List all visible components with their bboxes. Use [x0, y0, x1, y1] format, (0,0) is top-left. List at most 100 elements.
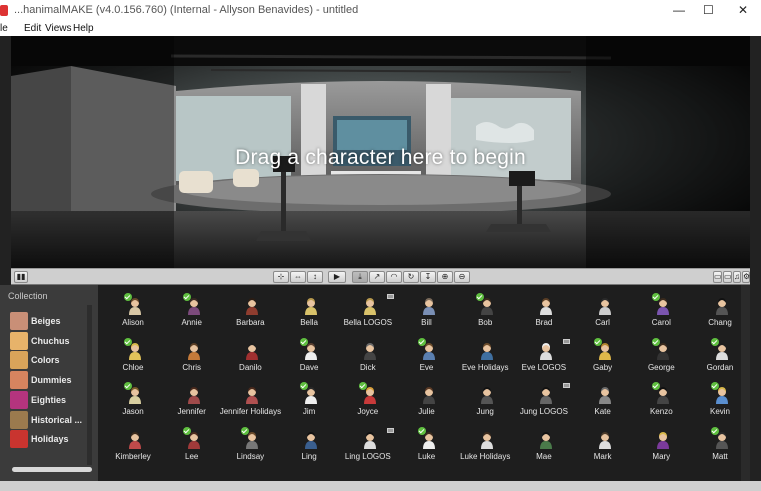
- character-tile[interactable]: Dick: [339, 330, 397, 372]
- sidebar-horizontal-scrollbar[interactable]: [12, 467, 92, 472]
- settings-button[interactable]: ⚙: [742, 271, 750, 283]
- stage-viewport[interactable]: Drag a character here to begin: [11, 36, 750, 268]
- character-tile[interactable]: Dave: [280, 330, 338, 372]
- character-tile[interactable]: Carol: [632, 285, 690, 327]
- collection-thumbnail: [10, 371, 28, 390]
- drop-tool-button[interactable]: ↧: [420, 271, 436, 283]
- collection-item-beiges[interactable]: Beiges: [10, 312, 92, 330]
- character-avatar-icon: [481, 431, 494, 449]
- character-tile[interactable]: Lindsay: [221, 419, 279, 461]
- app-icon: [0, 5, 8, 16]
- character-grid: Alison Annie Barbara Bella Bella LOGOS Bill Bo…: [98, 285, 750, 481]
- character-avatar-icon: [598, 342, 611, 360]
- collection-thumbnail: [10, 390, 28, 409]
- character-tile[interactable]: Luke Holidays: [456, 419, 514, 461]
- character-avatar-icon: [363, 298, 376, 315]
- swap-tool-button[interactable]: ⇔: [290, 271, 306, 283]
- character-tile[interactable]: Chris: [163, 330, 221, 372]
- character-tile[interactable]: Jason: [104, 374, 162, 416]
- character-avatar-icon: [539, 387, 552, 404]
- character-tile[interactable]: Ling: [280, 419, 338, 461]
- character-tile[interactable]: Mark: [574, 419, 632, 461]
- character-tile[interactable]: Jung LOGOS: [515, 374, 573, 416]
- close-button[interactable]: ✕: [738, 3, 748, 17]
- character-tile[interactable]: Mary: [632, 419, 690, 461]
- character-avatar-icon: [246, 342, 259, 360]
- character-tile[interactable]: Eve: [398, 330, 456, 372]
- character-tile[interactable]: Carl: [574, 285, 632, 327]
- character-tile[interactable]: Joyce: [339, 374, 397, 416]
- character-avatar-icon: [716, 298, 728, 315]
- character-tile[interactable]: Julie: [398, 374, 456, 416]
- panel-toggle-button[interactable]: ▮▮: [14, 271, 28, 283]
- character-tile[interactable]: Danilo: [221, 330, 279, 372]
- character-tile[interactable]: Luke: [398, 419, 456, 461]
- collection-header: Collection: [8, 291, 48, 301]
- menu-help[interactable]: Help: [73, 23, 94, 34]
- character-tile[interactable]: Lee: [163, 419, 221, 461]
- app-window: ...hanimalMAKE (v4.0.156.760) (Internal …: [0, 0, 761, 491]
- character-avatar-icon: [481, 298, 494, 315]
- menu-views[interactable]: Views: [45, 23, 72, 34]
- minimize-button[interactable]: —: [673, 3, 685, 17]
- menu-file[interactable]: le: [0, 23, 8, 34]
- grid-scrollbar[interactable]: [741, 285, 750, 481]
- character-tile[interactable]: Bella LOGOS: [339, 285, 397, 327]
- record-tool-button[interactable]: ⤓: [352, 271, 368, 283]
- character-tile[interactable]: Eve LOGOS: [515, 330, 573, 372]
- character-avatar-icon: [246, 387, 259, 404]
- character-tile[interactable]: Bill: [398, 285, 456, 327]
- collection-label: Holidays: [31, 434, 69, 445]
- character-avatar-icon: [187, 342, 200, 360]
- collection-item-dummies[interactable]: Dummies: [10, 371, 92, 390]
- menu-bar: le Edit Views Help: [0, 22, 761, 36]
- character-tile[interactable]: Barbara: [221, 285, 279, 327]
- view-toggle-1[interactable]: ▭: [713, 271, 722, 283]
- collection-item-chuchus[interactable]: Chuchus: [10, 331, 92, 350]
- move-tool-button[interactable]: ⊹: [273, 271, 289, 283]
- playback-toolbar: ▮▮ ⊹ ⇔ ↕ ▶ ⤓ ↗ ◠ ↻ ↧ ⊕ ⊖ ▭ ▭ ♫ ⚙: [11, 268, 750, 285]
- character-tile[interactable]: Kenzo: [632, 374, 690, 416]
- character-tile[interactable]: George: [632, 330, 690, 372]
- character-tile[interactable]: Alison: [104, 285, 162, 327]
- height-tool-button[interactable]: ↕: [307, 271, 323, 283]
- character-tile[interactable]: Bella: [280, 285, 338, 327]
- orbit-tool-button[interactable]: ◠: [386, 271, 402, 283]
- character-tile[interactable]: Brad: [515, 285, 573, 327]
- collection-item-colors[interactable]: Colors: [10, 351, 92, 370]
- camera-tool-button[interactable]: ↗: [369, 271, 385, 283]
- character-avatar-icon: [363, 342, 376, 360]
- collection-item-eighties[interactable]: Eighties: [10, 390, 92, 409]
- character-avatar-icon: [481, 342, 494, 360]
- character-tile[interactable]: Kimberley: [104, 419, 162, 461]
- character-tile[interactable]: Eve Holidays: [456, 330, 514, 372]
- maximize-button[interactable]: ☐: [703, 3, 714, 17]
- character-avatar-icon: [422, 431, 435, 449]
- character-tile[interactable]: Jim: [280, 374, 338, 416]
- character-tile[interactable]: Ling LOGOS: [339, 419, 397, 461]
- character-avatar-icon: [657, 431, 670, 449]
- character-tile[interactable]: Kate: [574, 374, 632, 416]
- menu-edit[interactable]: Edit: [24, 23, 41, 34]
- collection-thumbnail: [10, 312, 28, 330]
- view-toggle-2[interactable]: ▭: [723, 271, 732, 283]
- zoom-in-button[interactable]: ⊕: [437, 271, 453, 283]
- character-avatar-icon: [716, 431, 728, 449]
- collection-item-historical[interactable]: Historical ...: [10, 410, 92, 429]
- collection-item-holidays[interactable]: Holidays: [10, 430, 92, 449]
- character-avatar-icon: [422, 298, 435, 315]
- zoom-out-button[interactable]: ⊖: [454, 271, 470, 283]
- rotate-tool-button[interactable]: ↻: [403, 271, 419, 283]
- sidebar-scrollbar[interactable]: [87, 305, 92, 465]
- character-tile[interactable]: Annie: [163, 285, 221, 327]
- character-tile[interactable]: Mae: [515, 419, 573, 461]
- character-tile[interactable]: Gaby: [574, 330, 632, 372]
- character-tile[interactable]: Bob: [456, 285, 514, 327]
- character-avatar-icon: [305, 298, 318, 315]
- character-tile[interactable]: Jennifer: [163, 374, 221, 416]
- character-tile[interactable]: Jung: [456, 374, 514, 416]
- play-button[interactable]: ▶: [328, 271, 346, 283]
- character-tile[interactable]: Chloe: [104, 330, 162, 372]
- music-button[interactable]: ♫: [733, 271, 741, 283]
- character-tile[interactable]: Jennifer Holidays: [220, 374, 281, 416]
